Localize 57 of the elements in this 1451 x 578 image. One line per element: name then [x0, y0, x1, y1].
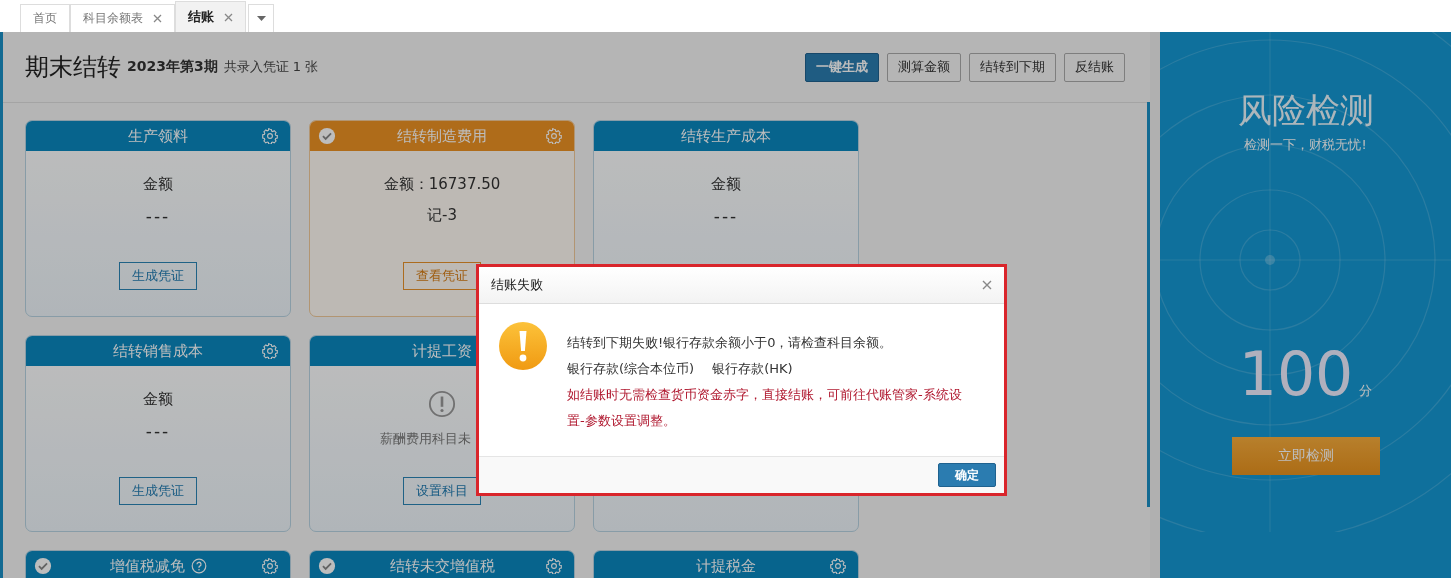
check-circle-icon — [318, 557, 336, 575]
warning-icon — [499, 322, 547, 370]
risk-title: 风险检测 — [1237, 89, 1374, 132]
amount-value: --- — [145, 421, 171, 441]
toolbar-button[interactable]: 测算金额 — [887, 52, 961, 82]
card-title: 结转销售成本 — [113, 341, 203, 361]
amount-label: 金额 — [711, 175, 741, 194]
card-title: 结转制造费用 — [397, 126, 487, 146]
tab[interactable]: 首页 — [20, 4, 70, 32]
warning-message: 薪酬费用科目未 — [380, 430, 471, 448]
amount-label: 金额 — [143, 390, 173, 409]
close-icon[interactable] — [224, 12, 233, 22]
settings-icon[interactable] — [262, 128, 278, 144]
card-title: 计提工资 — [412, 341, 472, 361]
amount-value: --- — [145, 206, 171, 226]
tab-menu-button[interactable] — [248, 4, 274, 32]
check-circle-icon — [34, 557, 52, 575]
help-icon[interactable] — [190, 558, 207, 574]
toolbar-button[interactable]: 结转到下期 — [969, 52, 1056, 82]
voucher-button[interactable]: 生成凭证 — [119, 477, 197, 505]
settings-icon[interactable] — [546, 558, 562, 574]
period-label: 2023年第3期 — [127, 58, 218, 76]
error-message: 结转到下期失败!银行存款余额小于0，请检查科目余额。 — [567, 334, 894, 352]
voucher-number: 记-3 — [427, 206, 457, 225]
settings-icon[interactable] — [262, 343, 278, 359]
voucher-summary: 共录入凭证 1 张 — [223, 58, 319, 76]
card-title: 结转未交增值税 — [389, 556, 495, 576]
account-name: 银行存款(综合本位币) — [567, 360, 695, 378]
risk-subtitle: 检测一下，财税无忧! — [1244, 136, 1367, 154]
account-name: 银行存款(HK) — [712, 360, 793, 378]
ok-button[interactable]: 确定 — [938, 463, 996, 487]
page-title: 期末结转 — [25, 52, 121, 83]
voucher-button[interactable]: 生成凭证 — [119, 262, 197, 290]
tab[interactable]: 结账 — [175, 1, 246, 32]
amount-value: 金额：16737.50 — [383, 175, 501, 194]
risk-score: 100 — [1238, 344, 1354, 404]
close-icon[interactable] — [153, 14, 162, 23]
card-title: 计提税金 — [696, 556, 756, 576]
caret-icon — [256, 16, 266, 21]
score-unit: 分 — [1359, 382, 1373, 400]
warning-icon — [428, 390, 456, 418]
amount-label: 金额 — [143, 175, 173, 194]
check-circle-icon — [318, 127, 336, 145]
toolbar-button[interactable]: 一键生成 — [805, 52, 879, 82]
amount-value: --- — [713, 206, 739, 226]
hint-text: 如结账时无需检查货币资金赤字，直接结账，可前往代账管家-系统设置-参数设置调整。 — [567, 386, 963, 430]
settings-icon[interactable] — [262, 558, 278, 574]
dialog-title: 结账失败 — [491, 276, 543, 294]
card-title: 结转生产成本 — [681, 126, 771, 146]
scrollbar[interactable] — [1147, 102, 1150, 507]
settings-icon[interactable] — [546, 128, 562, 144]
card-title: 生产领料 — [128, 126, 188, 146]
settings-icon[interactable] — [830, 558, 846, 574]
tab[interactable]: 科目余额表 — [70, 4, 175, 32]
card-title: 增值税减免 — [109, 556, 185, 576]
toolbar-button[interactable]: 反结账 — [1064, 52, 1125, 82]
close-icon[interactable] — [982, 280, 992, 290]
